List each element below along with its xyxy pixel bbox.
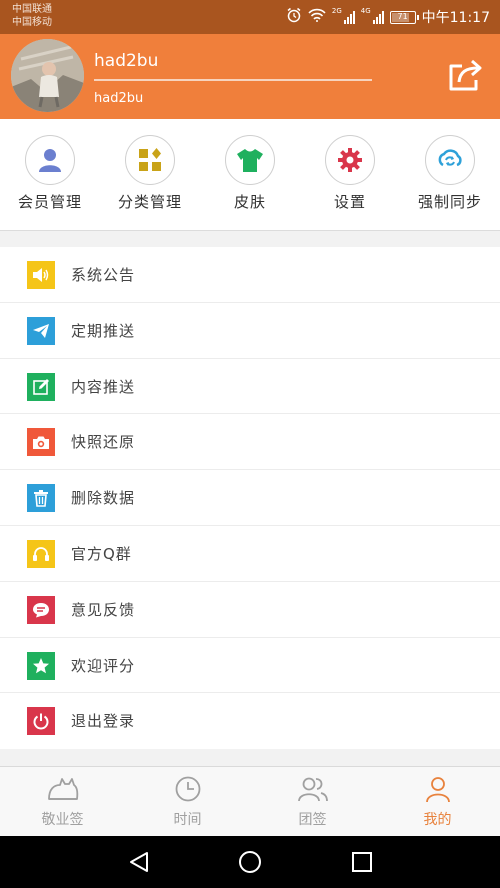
speaker-icon [27,261,55,289]
system-nav-bar [0,836,500,888]
username[interactable]: had2bu [94,51,158,71]
team-icon [250,773,375,805]
quick-skin[interactable]: 皮肤 [200,135,300,212]
person-icon [375,773,500,805]
trash-icon [27,484,55,513]
quick-force-sync[interactable]: 强制同步 [400,135,500,212]
category-icon [125,135,175,185]
menu-label: 意见反馈 [71,600,136,619]
home-button[interactable] [238,850,262,878]
signal-icon-2 [372,10,384,24]
quick-member-management[interactable]: 会员管理 [0,135,100,212]
tshirt-icon [225,135,275,185]
clock-time: 中午11:17 [421,10,490,26]
member-icon [25,135,75,185]
recents-button[interactable] [350,850,374,878]
back-triangle-icon [130,852,148,872]
quick-label: 强制同步 [417,193,482,211]
network-type-2: 4G [360,7,371,15]
wifi-icon [308,8,326,26]
menu-item-feedback[interactable]: 意见反馈 [0,582,500,638]
quick-label: 皮肤 [233,193,266,211]
quick-label: 分类管理 [117,193,182,211]
back-button[interactable] [127,850,151,878]
menu-item-content-push[interactable]: 内容推送 [0,359,500,415]
carrier-1: 中国联通 [12,4,52,15]
gear-icon [325,135,375,185]
recents-square-icon [352,852,372,872]
headphones-icon [27,539,55,568]
menu-item-snapshot-restore[interactable]: 快照还原 [0,414,500,471]
menu-label: 定期推送 [71,321,136,340]
menu-item-logout[interactable]: 退出登录 [0,693,500,749]
tab-label: 我的 [423,812,452,828]
quick-label: 会员管理 [17,193,82,211]
tab-time[interactable]: 时间 [125,773,250,829]
menu-label: 欢迎评分 [71,656,136,675]
carrier-2: 中国移动 [12,17,52,28]
tab-label: 时间 [173,812,202,828]
menu-label: 内容推送 [71,377,136,396]
signal-icon-1 [343,10,355,24]
quick-actions: 会员管理 分类管理 皮肤 设置 强制同步 [0,119,500,231]
menu-list: 系统公告 定期推送 内容推送 快照还原 删除数据 官方Q群 意见反馈 欢迎评分 … [0,247,500,750]
battery-icon: 71 [389,10,419,24]
status-indicators: 2G 4G 71 中午11:17 [286,7,490,27]
tab-mine[interactable]: 我的 [375,773,500,829]
share-icon [449,59,482,91]
quick-category-management[interactable]: 分类管理 [100,135,200,212]
cat-icon [0,773,125,805]
avatar[interactable] [11,39,84,112]
menu-item-delete-data[interactable]: 删除数据 [0,470,500,526]
tab-team[interactable]: 团签 [250,773,375,829]
paper-plane-icon [27,316,55,345]
bottom-tab-bar: 敬业签 时间 团签 我的 [0,766,500,836]
menu-label: 快照还原 [71,433,136,452]
menu-item-scheduled-push[interactable]: 定期推送 [0,303,500,359]
clock-icon [125,773,250,805]
tab-jingyeqian[interactable]: 敬业签 [0,773,125,829]
status-bar: 中国联通 中国移动 2G 4G 71 中午11:17 [0,0,500,34]
chat-bubble-icon [27,595,55,624]
username-divider [94,79,372,81]
menu-item-rate-app[interactable]: 欢迎评分 [0,638,500,694]
edit-icon [27,372,55,401]
menu-label: 删除数据 [71,489,136,508]
menu-label: 系统公告 [71,266,136,284]
star-icon [27,651,55,680]
battery-level: 71 [397,11,408,21]
tab-label: 团签 [298,812,327,828]
sync-icon [425,135,475,185]
quick-settings[interactable]: 设置 [300,135,400,212]
menu-item-announcements[interactable]: 系统公告 [0,247,500,303]
share-button[interactable] [448,58,484,92]
menu-label: 退出登录 [71,712,136,731]
camera-icon [27,428,55,457]
tab-label: 敬业签 [41,812,84,828]
nickname: had2bu [94,91,144,106]
profile-header: had2bu had2bu [0,34,500,119]
network-type-1: 2G [331,7,342,15]
quick-label: 设置 [333,193,366,211]
menu-item-official-qq-group[interactable]: 官方Q群 [0,526,500,582]
power-icon [27,707,55,736]
alarm-icon [286,7,302,27]
menu-label: 官方Q群 [71,544,132,563]
carrier-info: 中国联通 中国移动 [12,3,52,29]
home-circle-icon [239,851,261,873]
